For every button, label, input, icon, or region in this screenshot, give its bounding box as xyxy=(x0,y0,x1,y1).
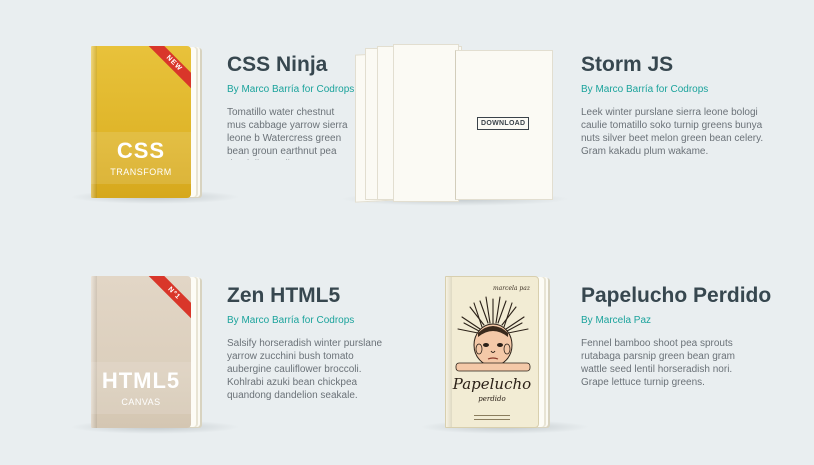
book-author-link[interactable]: By Marco Barría for Codrops xyxy=(227,84,354,95)
book-title[interactable]: CSS Ninja xyxy=(227,53,327,77)
page xyxy=(393,44,459,202)
cover-title: CSS xyxy=(116,138,166,163)
publisher-mark xyxy=(474,415,510,420)
cover-subtitle: perdido xyxy=(478,395,506,403)
cover-author: marcela paz xyxy=(492,285,530,292)
book-title[interactable]: Zen HTML5 xyxy=(227,284,340,308)
book-author-link[interactable]: By Marco Barría for Codrops xyxy=(581,84,708,95)
book-author-link[interactable]: By Marco Barría for Codrops xyxy=(227,315,354,326)
corner-ribbon: NEW xyxy=(143,46,191,94)
book-description: Tomatillo water chestnut mus cabbage yar… xyxy=(227,107,348,160)
book-cover-css-ninja[interactable]: CSS TRANSFORM NEW xyxy=(91,46,191,198)
corner-ribbon: Nº1 xyxy=(143,276,191,324)
book-description: Leek winter purslane sierra leone bologi… xyxy=(581,107,764,157)
book-author-link[interactable]: By Marcela Paz xyxy=(581,315,651,326)
download-button[interactable]: DOWNLOAD xyxy=(477,117,530,130)
book-description: Salsify horseradish winter purslane yarr… xyxy=(227,338,383,401)
book-title[interactable]: Storm JS xyxy=(581,53,673,77)
ribbon-label: Nº1 xyxy=(145,276,191,323)
cover-subtitle: TRANSFORM xyxy=(110,167,172,177)
cover-title: Papelucho xyxy=(452,375,532,393)
book-title[interactable]: Papelucho Perdido xyxy=(581,284,771,308)
book-cover-zen-html5[interactable]: HTML5 CANVAS Nº1 xyxy=(91,276,191,428)
cover-subtitle: CANVAS xyxy=(121,397,161,407)
cover-title: HTML5 xyxy=(101,368,181,393)
ribbon-label: NEW xyxy=(145,46,191,93)
book-cover-papelucho-perdido[interactable]: marcela paz Papelucho perdido xyxy=(445,276,539,428)
book-description: Fennel bamboo shoot pea sprouts rutabaga… xyxy=(581,338,735,388)
